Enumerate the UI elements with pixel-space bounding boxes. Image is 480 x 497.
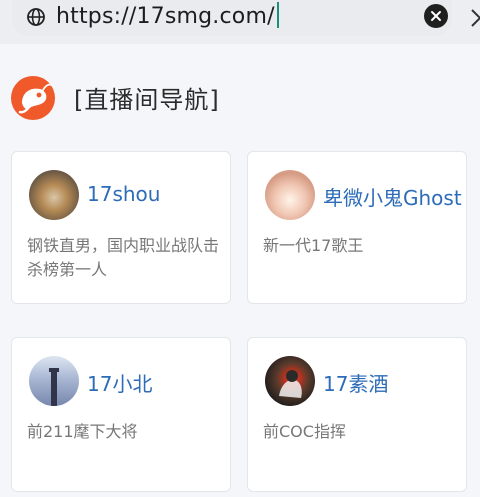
streamer-card[interactable]: 17小北 前211麾下大将 [11, 337, 231, 492]
avatar [265, 170, 315, 220]
streamer-card[interactable]: 17素酒 前COC指挥 [247, 337, 467, 492]
clear-circle-icon[interactable] [424, 4, 448, 28]
avatar [29, 170, 79, 220]
streamer-description: 钢铁直男，国内职业战队击杀榜第一人 [27, 236, 220, 279]
section-title: [直播间导航] [74, 86, 220, 114]
text-caret [276, 2, 279, 28]
streamer-description: 前COC指挥 [263, 422, 346, 441]
shrimp-logo-icon [11, 76, 55, 120]
streamer-card[interactable]: 卑微小鬼Ghost 新一代17歌王 [247, 151, 467, 304]
address-bar: https://17smg.com/ [0, 0, 480, 44]
streamer-name[interactable]: 17素酒 [323, 368, 388, 397]
streamer-description: 前211麾下大将 [27, 422, 138, 441]
avatar [29, 356, 79, 406]
close-icon[interactable] [468, 6, 480, 30]
globe-icon [27, 8, 45, 26]
streamer-description: 新一代17歌王 [263, 236, 364, 255]
url-input[interactable]: https://17smg.com/ [12, 0, 452, 36]
streamer-name[interactable]: 17小北 [87, 368, 152, 397]
streamer-name[interactable]: 17shou [87, 182, 160, 206]
avatar [265, 356, 315, 406]
streamer-card[interactable]: 17shou 钢铁直男，国内职业战队击杀榜第一人 [11, 151, 231, 304]
streamer-name[interactable]: 卑微小鬼Ghost [323, 182, 462, 211]
url-text: https://17smg.com/ [56, 2, 279, 31]
